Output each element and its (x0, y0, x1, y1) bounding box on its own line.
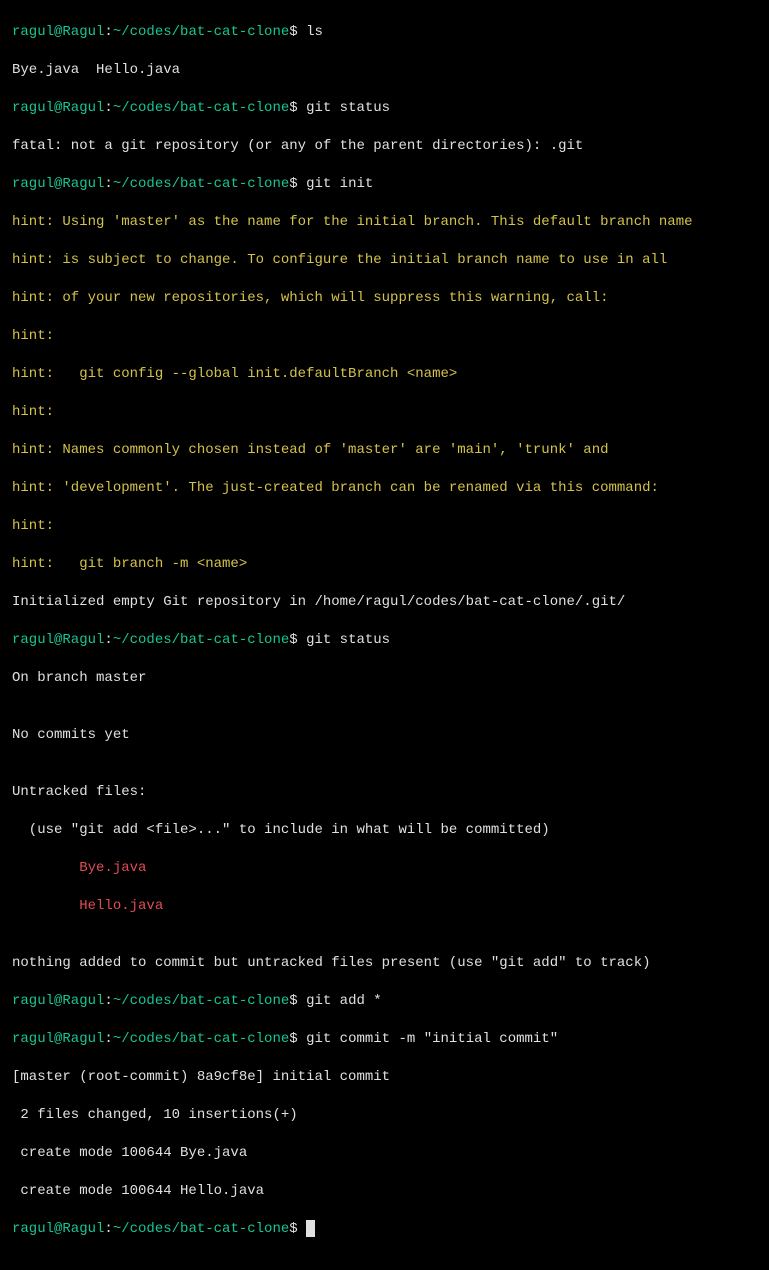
prompt-colon: : (104, 24, 112, 40)
commit-output: [master (root-commit) 8a9cf8e] initial c… (12, 1068, 757, 1087)
prompt-user: ragul@Ragul (12, 632, 104, 648)
cmd-git-status: git status (298, 100, 390, 116)
hint-line: hint: git branch -m <name> (12, 555, 757, 574)
prompt-dollar: $ (289, 24, 297, 40)
use-add-hint: (use "git add <file>..." to include in w… (12, 821, 757, 840)
hint-line: hint: is subject to change. To configure… (12, 251, 757, 270)
prompt-path: ~/codes/bat-cat-clone (113, 993, 289, 1009)
hint-line: hint: of your new repositories, which wi… (12, 289, 757, 308)
prompt-colon: : (104, 632, 112, 648)
untracked-file: Hello.java (12, 897, 757, 916)
cmd-input[interactable] (298, 1221, 306, 1237)
prompt-colon: : (104, 993, 112, 1009)
prompt-user: ragul@Ragul (12, 100, 104, 116)
hint-line: hint: (12, 327, 757, 346)
untracked-header: Untracked files: (12, 783, 757, 802)
prompt-user: ragul@Ragul (12, 1031, 104, 1047)
prompt-dollar: $ (289, 632, 297, 648)
prompt-colon: : (104, 176, 112, 192)
prompt-user: ragul@Ragul (12, 1221, 104, 1237)
prompt-path: ~/codes/bat-cat-clone (113, 100, 289, 116)
initialized-output: Initialized empty Git repository in /hom… (12, 593, 757, 612)
prompt-dollar: $ (289, 993, 297, 1009)
prompt-dollar: $ (289, 1221, 297, 1237)
hint-line: hint: git config --global init.defaultBr… (12, 365, 757, 384)
prompt-path: ~/codes/bat-cat-clone (113, 24, 289, 40)
no-commits: No commits yet (12, 726, 757, 745)
prompt-path: ~/codes/bat-cat-clone (113, 176, 289, 192)
fatal-output: fatal: not a git repository (or any of t… (12, 137, 757, 156)
cmd-git-init: git init (298, 176, 374, 192)
prompt-dollar: $ (289, 1031, 297, 1047)
prompt-colon: : (104, 1031, 112, 1047)
cmd-git-commit: git commit -m "initial commit" (298, 1031, 558, 1047)
hint-line: hint: 'development'. The just-created br… (12, 479, 757, 498)
cmd-ls: ls (298, 24, 323, 40)
commit-output: create mode 100644 Bye.java (12, 1144, 757, 1163)
untracked-file: Bye.java (12, 859, 757, 878)
cursor-icon (306, 1220, 315, 1237)
prompt-dollar: $ (289, 100, 297, 116)
status-branch: On branch master (12, 669, 757, 688)
prompt-path: ~/codes/bat-cat-clone (113, 1031, 289, 1047)
hint-line: hint: Names commonly chosen instead of '… (12, 441, 757, 460)
ls-output: Bye.java Hello.java (12, 61, 757, 80)
prompt-user: ragul@Ragul (12, 993, 104, 1009)
commit-output: create mode 100644 Hello.java (12, 1182, 757, 1201)
prompt-user: ragul@Ragul (12, 176, 104, 192)
commit-output: 2 files changed, 10 insertions(+) (12, 1106, 757, 1125)
terminal-output[interactable]: ragul@Ragul:~/codes/bat-cat-clone$ ls By… (0, 0, 769, 1270)
prompt-dollar: $ (289, 176, 297, 192)
cmd-git-status: git status (298, 632, 390, 648)
prompt-colon: : (104, 1221, 112, 1237)
hint-line: hint: (12, 403, 757, 422)
prompt-path: ~/codes/bat-cat-clone (113, 1221, 289, 1237)
prompt-user: ragul@Ragul (12, 24, 104, 40)
nothing-added: nothing added to commit but untracked fi… (12, 954, 757, 973)
prompt-colon: : (104, 100, 112, 116)
cmd-git-add: git add * (298, 993, 382, 1009)
hint-line: hint: Using 'master' as the name for the… (12, 213, 757, 232)
prompt-path: ~/codes/bat-cat-clone (113, 632, 289, 648)
hint-line: hint: (12, 517, 757, 536)
